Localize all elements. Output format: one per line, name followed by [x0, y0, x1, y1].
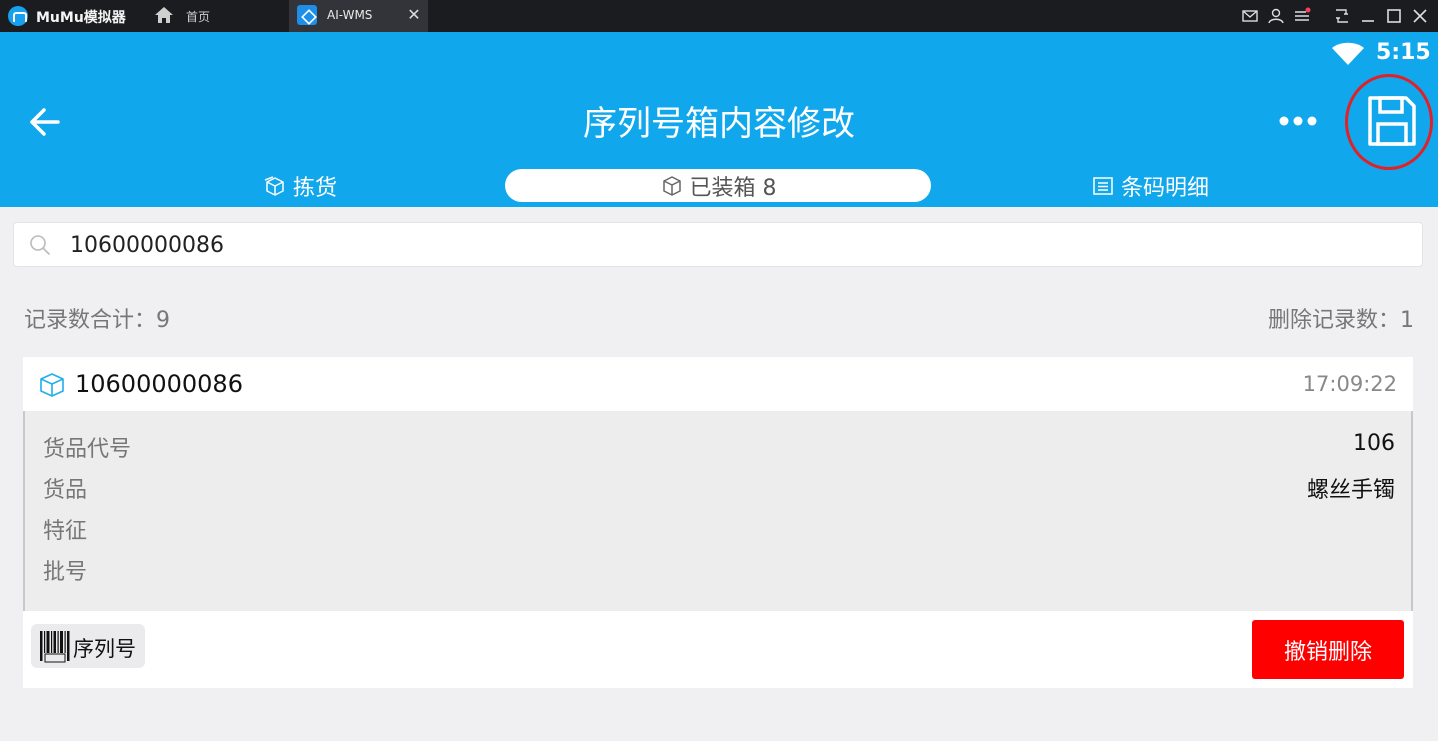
serial-number-label: 序列号 [73, 637, 136, 661]
user-icon[interactable] [1266, 6, 1286, 26]
tab-barcode-detail[interactable]: 条码明细 [1040, 169, 1260, 202]
record-details: 货品代号 106 货品 螺丝手镯 特征 批号 [23, 411, 1413, 611]
tab-picking[interactable]: 拣货 [200, 169, 400, 202]
field-row-feature: 特征 [43, 513, 1395, 549]
search-icon [30, 235, 50, 255]
arrow-left-icon [30, 108, 60, 136]
record-total: 记录数合计：9 [24, 308, 170, 333]
app-header: 5:15 序列号箱内容修改 拣货 已装箱 8 条码明细 [0, 32, 1438, 207]
field-value: 螺丝手镯 [1306, 478, 1395, 503]
field-value: 106 [1353, 431, 1395, 456]
tab-packed-label: 已装箱 8 [689, 175, 777, 201]
status-time: 5:15 [1376, 40, 1431, 65]
minimize-icon[interactable] [1358, 6, 1378, 26]
field-label: 批号 [43, 560, 88, 585]
box-open-icon [264, 175, 284, 196]
box-icon [40, 373, 64, 397]
search-box[interactable] [13, 222, 1423, 267]
record-card: 10600000086 17:09:22 货品代号 106 货品 螺丝手镯 特征… [23, 357, 1413, 688]
barcode-icon [40, 631, 70, 663]
box-icon [662, 175, 681, 196]
screen-rotate-icon[interactable] [1332, 6, 1352, 26]
emulator-tab-home-label: 首页 [186, 10, 211, 24]
wifi-icon [1332, 42, 1364, 65]
home-icon [155, 7, 173, 23]
emulator-titlebar: MuMu模拟器 首页 AI-WMS ✕ [0, 0, 1438, 32]
field-label: 特征 [43, 519, 88, 544]
save-button-highlight-circle [1345, 74, 1433, 170]
record-code: 10600000086 [75, 370, 243, 398]
close-icon[interactable] [1410, 6, 1430, 26]
tab-barcode-detail-label: 条码明细 [1120, 175, 1209, 201]
mail-icon[interactable] [1240, 6, 1260, 26]
field-label: 货品代号 [43, 437, 132, 462]
back-button[interactable] [24, 104, 68, 140]
emulator-tab-home[interactable]: 首页 [140, 0, 290, 32]
record-card-footer: 序列号 撤销删除 [23, 611, 1413, 688]
field-row-batch: 批号 [43, 554, 1395, 590]
more-options-button[interactable] [1272, 110, 1324, 132]
more-dots-icon [1279, 116, 1317, 126]
maximize-icon[interactable] [1384, 6, 1404, 26]
emulator-tab-ai-wms[interactable]: AI-WMS ✕ [289, 0, 428, 32]
emulator-tab-ai-wms-label: AI-WMS [327, 8, 373, 22]
undo-delete-button[interactable]: 撤销删除 [1252, 620, 1404, 679]
list-icon [1093, 176, 1113, 195]
record-card-header: 10600000086 17:09:22 [23, 357, 1413, 411]
field-label: 货品 [43, 478, 88, 503]
tab-picking-label: 拣货 [292, 175, 337, 201]
field-row-item: 货品 螺丝手镯 [43, 472, 1395, 508]
emulator-app-name: MuMu模拟器 [36, 10, 126, 26]
record-time: 17:09:22 [1302, 372, 1397, 396]
deleted-record-count: 删除记录数：1 [1268, 308, 1414, 333]
mumu-logo-icon [8, 6, 28, 26]
tab-close-icon[interactable]: ✕ [404, 5, 424, 25]
search-input[interactable] [70, 227, 1410, 263]
field-row-item-code: 货品代号 106 [43, 431, 1395, 467]
menu-icon[interactable] [1292, 6, 1312, 26]
ai-wms-app-icon [297, 5, 317, 25]
tab-bar: 拣货 已装箱 8 条码明细 [0, 169, 1438, 205]
serial-number-chip[interactable]: 序列号 [31, 624, 145, 668]
page-title: 序列号箱内容修改 [583, 104, 855, 144]
tab-packed[interactable]: 已装箱 8 [505, 169, 931, 202]
